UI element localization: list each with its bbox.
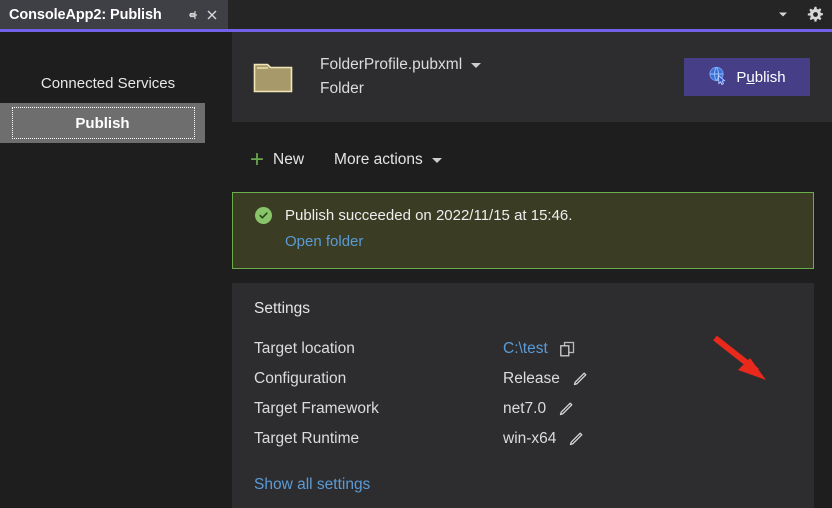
publish-profile-card: FolderProfile.pubxml Folder Publish xyxy=(232,32,832,122)
setting-row-target-framework: Target Framework net7.0 xyxy=(254,394,814,424)
banner-message: Publish succeeded on 2022/11/15 at 15:46… xyxy=(285,207,572,224)
publish-status-banner: Publish succeeded on 2022/11/15 at 15:46… xyxy=(232,192,814,269)
setting-key: Configuration xyxy=(254,370,503,388)
sidebar-item-label: Publish xyxy=(75,115,129,132)
new-button-label: New xyxy=(273,151,304,169)
publish-globe-icon xyxy=(708,66,728,89)
pin-icon[interactable] xyxy=(183,5,202,24)
show-all-settings-link[interactable]: Show all settings xyxy=(254,476,370,494)
tab-strip: ConsoleApp2: Publish xyxy=(0,0,832,32)
setting-key: Target location xyxy=(254,340,503,358)
profile-name: FolderProfile.pubxml xyxy=(320,56,462,74)
setting-row-target-runtime: Target Runtime win-x64 xyxy=(254,424,814,454)
sidebar: Connected Services Publish xyxy=(0,32,216,508)
setting-value: win-x64 xyxy=(503,430,556,448)
settings-card: Settings Target location C:\test Configu… xyxy=(232,283,814,508)
sidebar-item-label: Connected Services xyxy=(41,75,175,92)
more-actions-button[interactable]: More actions xyxy=(334,151,442,169)
plus-icon: + xyxy=(250,148,264,172)
profile-name-row[interactable]: FolderProfile.pubxml xyxy=(320,56,481,74)
chevron-down-icon xyxy=(432,158,442,163)
setting-row-target-location: Target location C:\test xyxy=(254,334,814,364)
check-circle-icon xyxy=(255,207,272,224)
setting-value: Release xyxy=(503,370,560,388)
setting-row-configuration: Configuration Release xyxy=(254,364,814,394)
new-profile-button[interactable]: + New xyxy=(250,148,304,172)
pencil-icon[interactable] xyxy=(567,431,584,448)
profile-kind: Folder xyxy=(320,80,481,98)
tabstrip-right-controls xyxy=(772,3,826,25)
chevron-down-icon[interactable] xyxy=(471,63,481,68)
setting-value[interactable]: C:\test xyxy=(503,340,548,358)
open-folder-link[interactable]: Open folder xyxy=(285,233,363,250)
publish-content-panel: FolderProfile.pubxml Folder Publish + Ne… xyxy=(216,32,832,508)
more-actions-label: More actions xyxy=(334,151,423,169)
tab-buttons xyxy=(183,5,228,24)
profile-text: FolderProfile.pubxml Folder xyxy=(320,56,481,98)
banner-message-row: Publish succeeded on 2022/11/15 at 15:46… xyxy=(255,207,813,224)
publish-button-label: Publish xyxy=(736,69,785,86)
copy-icon[interactable] xyxy=(559,341,576,358)
tab-consoleapp2-publish[interactable]: ConsoleApp2: Publish xyxy=(0,0,228,29)
pencil-icon[interactable] xyxy=(557,401,574,418)
tab-title: ConsoleApp2: Publish xyxy=(9,7,162,23)
sidebar-item-connected-services[interactable]: Connected Services xyxy=(0,63,216,103)
gear-icon[interactable] xyxy=(804,3,826,25)
publish-button[interactable]: Publish xyxy=(684,58,810,96)
folder-icon xyxy=(253,60,293,94)
setting-key: Target Runtime xyxy=(254,430,503,448)
settings-title: Settings xyxy=(254,300,814,318)
setting-value: net7.0 xyxy=(503,400,546,418)
chevron-down-icon[interactable] xyxy=(772,3,794,25)
action-bar: + New More actions xyxy=(232,136,832,184)
sidebar-item-publish[interactable]: Publish xyxy=(0,103,205,143)
close-icon[interactable] xyxy=(202,5,221,24)
setting-key: Target Framework xyxy=(254,400,503,418)
pencil-icon[interactable] xyxy=(571,371,588,388)
